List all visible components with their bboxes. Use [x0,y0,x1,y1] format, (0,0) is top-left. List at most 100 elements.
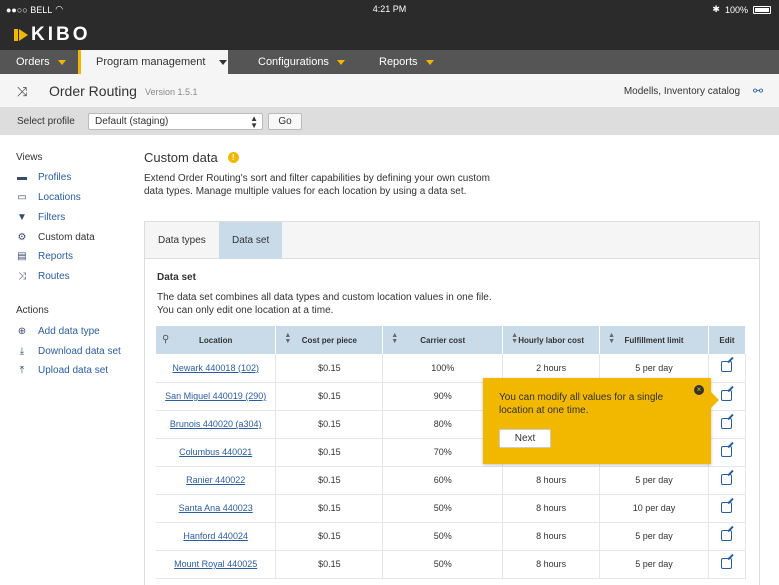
nav-orders[interactable]: Orders [16,50,66,74]
status-bar: ●●○○ BELL ◠ 4:21 PM ✱ 100% [0,0,779,18]
bluetooth-icon: ✱ [712,4,720,14]
table-row: Santa Ana 440023 $0.15 50% 8 hours 10 pe… [156,494,747,523]
main-nav: Orders Program management Configurations… [0,50,779,74]
sidebar-item-routes[interactable]: ⤨ Routes [16,269,70,283]
edit-cell [708,522,747,551]
filter-icon: ▼ [17,211,27,223]
next-button[interactable]: Next [499,429,551,448]
sidebar-item-custom-data[interactable]: ⚙ Custom data [16,230,95,244]
nav-configurations[interactable]: Configurations [258,50,345,74]
close-icon[interactable]: × [694,385,704,395]
nav-reports-label: Reports [379,56,418,68]
shuffle-icon: ⤨ [17,84,28,99]
labor-cell: 8 hours [502,466,601,495]
labor-cell: 8 hours [502,550,601,579]
sort-icon[interactable]: ▲ ▼ [284,332,291,345]
sidebar-item-label: Custom data [38,231,95,243]
dataset-desc-line-2: You can only edit one location at a time… [157,305,334,316]
action-download-data-set[interactable]: ⤓ Download data set [16,344,121,358]
caret-down-icon [425,59,434,65]
column-label: Location [199,335,233,345]
sort-icon[interactable]: ▲ ▼ [391,332,398,345]
info-icon[interactable]: ! [227,152,239,163]
column-cost-per-piece[interactable]: ▲ ▼ Cost per piece [275,326,384,354]
cost-cell: $0.15 [275,522,384,551]
cost-cell: $0.15 [275,550,384,579]
location-link[interactable]: San Miguel 440019 (290) [156,382,277,411]
edit-icon[interactable] [721,473,733,485]
column-fulfillment-limit[interactable]: ▲ ▼ Fulfillment limit [599,326,709,354]
nav-reports[interactable]: Reports [379,50,434,74]
nav-configurations-label: Configurations [258,56,329,68]
location-link[interactable]: Brunois 440020 (a304) [156,410,277,439]
location-link[interactable]: Newark 440018 (102) [156,354,277,383]
edit-cell [708,410,747,439]
action-add-data-type[interactable]: ⊕ Add data type [16,324,100,338]
logo-text: KIBO [31,24,91,45]
caret-down-icon [57,59,66,65]
location-link[interactable]: Columbus 440021 [156,438,277,467]
limit-cell: 5 per day [599,466,709,495]
caret-down-icon [219,59,228,65]
catalog-label[interactable]: Modells, Inventory catalog [624,86,740,97]
app-header: ⤨ Order Routing Version 1.5.1 Modells, I… [0,74,779,108]
nav-program-management[interactable]: Program management [78,50,228,74]
edit-icon[interactable] [721,417,733,429]
edit-icon[interactable] [721,445,733,457]
location-link[interactable]: Ranier 440022 [156,466,277,495]
edit-icon[interactable] [721,501,733,513]
sidebar-item-reports[interactable]: ▤ Reports [16,249,73,263]
location-link[interactable]: Mount Royal 440025 [156,550,277,579]
labor-cell: 8 hours [502,494,601,523]
location-link[interactable]: Hanford 440024 [156,522,277,551]
column-location[interactable]: ⚲ Location [156,326,277,354]
plus-circle-icon: ⊕ [17,325,27,337]
search-icon[interactable]: ⚲ [162,334,169,345]
sort-icon[interactable]: ▲ ▼ [608,332,615,345]
section-description: Extend Order Routing's sort and filter c… [144,173,490,197]
sort-icon[interactable]: ▲ ▼ [511,332,518,345]
gears-icon: ⚙ [17,231,27,243]
onboarding-tooltip: You can modify all values for a single l… [483,378,719,464]
edit-cell [708,494,747,523]
action-upload-data-set[interactable]: ⤒ Upload data set [16,363,108,377]
section-title-text: Custom data [144,150,218,165]
column-carrier-cost[interactable]: ▲ ▼ Carrier cost [382,326,504,354]
tab-data-set[interactable]: Data set [219,222,283,259]
location-link[interactable]: Santa Ana 440023 [156,494,277,523]
go-button[interactable]: Go [268,113,302,130]
sidebar-item-locations[interactable]: ▭ Locations [16,190,81,204]
edit-icon[interactable] [721,557,733,569]
edit-cell [708,466,747,495]
upload-icon: ⤒ [19,364,25,376]
dataset-title: Data set [157,272,196,283]
profile-select[interactable]: Default (staging) ▲ ▼ [88,113,263,130]
cost-cell: $0.15 [275,438,384,467]
actions-heading: Actions [16,305,49,316]
sidebar-item-filters[interactable]: ▼ Filters [16,210,65,224]
sidebar-item-profiles[interactable]: ▬ Profiles [16,170,71,184]
limit-cell: 10 per day [599,494,709,523]
column-label: Edit [719,335,735,345]
section-title: Custom data ! [144,150,239,165]
column-hourly-labor-cost[interactable]: ▲ ▼ Hourly labor cost [502,326,601,354]
store-icon: ▭ [17,191,27,203]
profile-select-value: Default (staging) [95,116,169,127]
tooltip-message: You can modify all values for a single l… [499,392,664,416]
cost-cell: $0.15 [275,410,384,439]
sidebar-item-label: Routes [38,270,70,282]
report-icon: ▤ [17,250,27,262]
action-label: Upload data set [38,364,109,376]
edit-icon[interactable] [721,361,733,373]
caret-down-icon [336,59,345,65]
column-edit: Edit [708,326,747,354]
hierarchy-icon[interactable]: ⚯ [753,84,763,98]
nav-orders-label: Orders [16,56,50,68]
carrier-cell: 50% [382,494,504,523]
edit-icon[interactable] [721,529,733,541]
edit-cell [708,354,747,383]
column-label: Cost per piece [301,335,357,345]
tab-data-types[interactable]: Data types [145,222,219,259]
kibo-logo[interactable]: KIBO [14,24,91,46]
edit-icon[interactable] [721,389,733,401]
